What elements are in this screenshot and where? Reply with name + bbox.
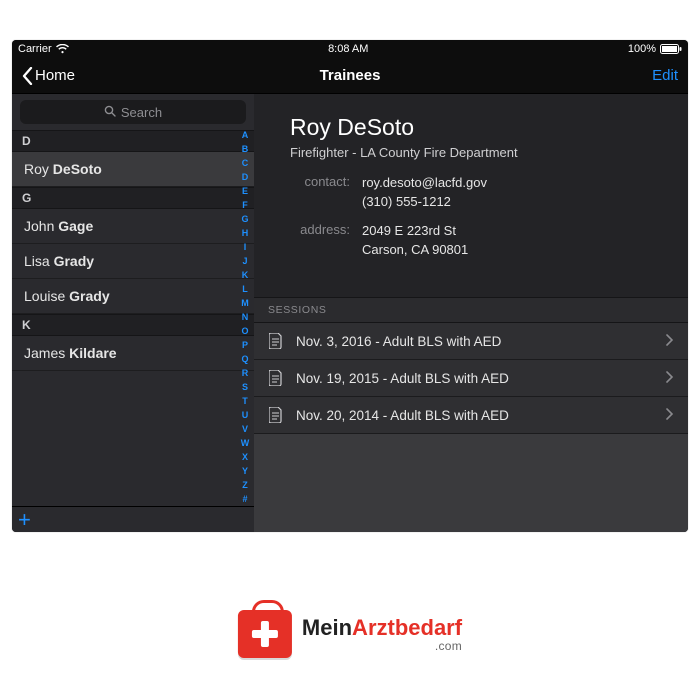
index-letter[interactable]: K — [242, 268, 249, 282]
session-label: Nov. 20, 2014 - Adult BLS with AED — [296, 408, 654, 423]
contact-phone[interactable]: (310) 555-1212 — [362, 193, 487, 212]
index-letter[interactable]: H — [242, 226, 249, 240]
add-trainee-button[interactable]: + — [18, 509, 31, 531]
index-letter[interactable]: L — [242, 282, 248, 296]
section-header: D — [12, 130, 254, 152]
index-letter[interactable]: X — [242, 450, 248, 464]
index-letter[interactable]: A — [242, 128, 249, 142]
trainee-sidebar: Search D Roy DeSoto G John Gage Lisa — [12, 94, 254, 532]
last-name: Kildare — [69, 345, 116, 361]
last-name: Grady — [69, 288, 109, 304]
brand-watermark: MeinArztbedarf .com — [238, 610, 462, 658]
chevron-left-icon — [22, 67, 33, 85]
contact-label: contact: — [290, 174, 350, 212]
app-window: Carrier 8:08 AM 100% Home Trainees Edit — [12, 40, 688, 532]
index-letter[interactable]: J — [242, 254, 247, 268]
index-letter[interactable]: N — [242, 310, 249, 324]
medical-bag-icon — [238, 610, 292, 658]
index-letter[interactable]: V — [242, 422, 248, 436]
trainee-detail: Roy DeSoto Firefighter - LA County Fire … — [254, 94, 688, 532]
list-item[interactable]: Louise Grady — [12, 279, 254, 314]
index-letter[interactable]: R — [242, 366, 249, 380]
chevron-right-icon — [666, 408, 674, 423]
index-letter[interactable]: Q — [241, 352, 248, 366]
list-item[interactable]: Lisa Grady — [12, 244, 254, 279]
chevron-right-icon — [666, 334, 674, 349]
search-icon — [104, 105, 116, 120]
brand-domain: .com — [302, 639, 462, 653]
last-name: DeSoto — [53, 161, 102, 177]
index-letter[interactable]: S — [242, 380, 248, 394]
session-row[interactable]: Nov. 3, 2016 - Adult BLS with AED — [254, 323, 688, 360]
index-letter[interactable]: M — [241, 296, 249, 310]
back-button[interactable]: Home — [22, 67, 75, 85]
session-label: Nov. 19, 2015 - Adult BLS with AED — [296, 371, 654, 386]
document-icon — [268, 333, 284, 349]
detail-empty-area — [254, 434, 688, 532]
index-letter[interactable]: I — [244, 240, 247, 254]
search-input[interactable]: Search — [20, 100, 246, 124]
address-line1: 2049 E 223rd St — [362, 222, 468, 241]
brand-text-pre: Mein — [302, 615, 352, 640]
battery-full-icon — [660, 44, 682, 54]
index-letter[interactable]: B — [242, 142, 249, 156]
last-name: Grady — [54, 253, 94, 269]
trainee-list[interactable]: D Roy DeSoto G John Gage Lisa Grady — [12, 130, 254, 506]
index-letter[interactable]: W — [241, 436, 250, 450]
index-letter[interactable]: G — [241, 212, 248, 226]
index-bar[interactable]: A B C D E F G H I J K L M N O P Q R S T — [238, 128, 252, 506]
chevron-right-icon — [666, 371, 674, 386]
first-name: Lisa — [24, 253, 50, 269]
index-letter[interactable]: Z — [242, 478, 248, 492]
contact-email[interactable]: roy.desoto@lacfd.gov — [362, 174, 487, 193]
list-item[interactable]: Roy DeSoto — [12, 152, 254, 187]
trainee-name: Roy DeSoto — [290, 114, 668, 141]
session-row[interactable]: Nov. 19, 2015 - Adult BLS with AED — [254, 360, 688, 397]
first-name: Louise — [24, 288, 65, 304]
document-icon — [268, 407, 284, 423]
split-view: Search D Roy DeSoto G John Gage Lisa — [12, 94, 688, 532]
carrier-label: Carrier — [18, 43, 52, 55]
index-letter[interactable]: C — [242, 156, 249, 170]
wifi-icon — [56, 44, 69, 54]
index-letter[interactable]: D — [242, 170, 249, 184]
list-item[interactable]: James Kildare — [12, 336, 254, 371]
brand-text-accent: Arztbedarf — [352, 615, 462, 640]
session-row[interactable]: Nov. 20, 2014 - Adult BLS with AED — [254, 397, 688, 434]
edit-button[interactable]: Edit — [652, 67, 678, 84]
trainee-subtitle: Firefighter - LA County Fire Department — [290, 145, 668, 160]
index-letter[interactable]: Y — [242, 464, 248, 478]
index-letter[interactable]: O — [241, 324, 248, 338]
index-letter[interactable]: T — [242, 394, 248, 408]
index-letter[interactable]: P — [242, 338, 248, 352]
nav-bar: Home Trainees Edit — [12, 58, 688, 94]
first-name: James — [24, 345, 65, 361]
search-placeholder: Search — [121, 105, 162, 120]
status-bar: Carrier 8:08 AM 100% — [12, 40, 688, 58]
clock: 8:08 AM — [328, 43, 368, 55]
section-header: G — [12, 187, 254, 209]
address-label: address: — [290, 222, 350, 260]
index-letter[interactable]: E — [242, 184, 248, 198]
add-bar: + — [12, 506, 254, 532]
back-label: Home — [35, 67, 75, 84]
address-line2: Carson, CA 90801 — [362, 241, 468, 260]
index-letter[interactable]: # — [242, 492, 247, 506]
index-letter[interactable]: F — [242, 198, 248, 212]
list-item[interactable]: John Gage — [12, 209, 254, 244]
page-title: Trainees — [320, 67, 381, 84]
index-letter[interactable]: U — [242, 408, 249, 422]
last-name: Gage — [58, 218, 93, 234]
battery-pct: 100% — [628, 43, 656, 55]
document-icon — [268, 370, 284, 386]
first-name: Roy — [24, 161, 49, 177]
section-header: K — [12, 314, 254, 336]
sessions-header: SESSIONS — [254, 297, 688, 323]
first-name: John — [24, 218, 54, 234]
session-label: Nov. 3, 2016 - Adult BLS with AED — [296, 334, 654, 349]
